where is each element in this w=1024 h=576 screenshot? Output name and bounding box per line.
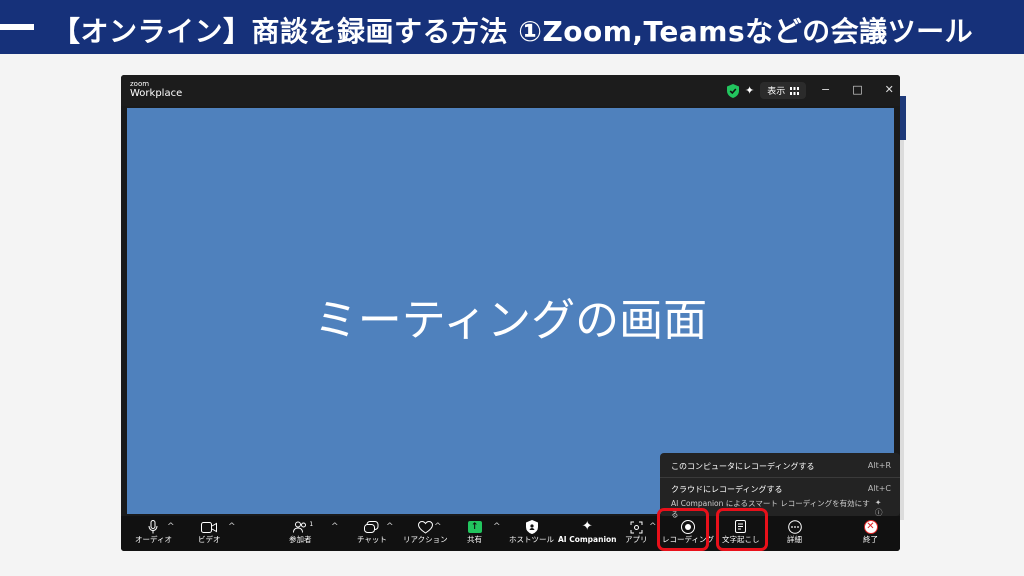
meeting-toolbar: オーディオ ^ ビデオ ^ 1 参加者 ^ チャット ^ リアクション ^ ↑ … bbox=[121, 516, 900, 551]
close-icon[interactable]: ✕ bbox=[885, 83, 894, 96]
audio-options-chevron-icon[interactable]: ^ bbox=[167, 522, 175, 532]
transcript-highlight-box bbox=[716, 508, 768, 551]
participants-button[interactable]: 1 参加者 bbox=[289, 519, 313, 545]
more-button[interactable]: 詳細 bbox=[787, 519, 802, 545]
audio-label: オーディオ bbox=[135, 535, 172, 544]
grid-icon bbox=[790, 86, 800, 95]
share-screen-icon: ↑ bbox=[467, 521, 482, 533]
record-to-cloud-shortcut: Alt+C bbox=[867, 484, 891, 493]
minimize-icon[interactable]: − bbox=[821, 83, 830, 96]
share-label: 共有 bbox=[467, 535, 482, 544]
shield-check-icon[interactable] bbox=[727, 83, 739, 98]
reactions-label: リアクション bbox=[403, 535, 448, 544]
banner-dash-decoration bbox=[0, 24, 34, 30]
menu-divider bbox=[660, 477, 900, 478]
title-bar: zoom Workplace ✦ 表示 − □ ✕ bbox=[121, 75, 900, 106]
share-options-chevron-icon[interactable]: ^ bbox=[493, 522, 501, 532]
share-icon-wrapper: ↑ bbox=[467, 519, 482, 535]
participants-options-chevron-icon[interactable]: ^ bbox=[331, 522, 339, 532]
participants-icon: 1 bbox=[293, 519, 313, 535]
logo-workplace-text: Workplace bbox=[130, 88, 183, 99]
apps-button[interactable]: アプリ bbox=[625, 519, 648, 545]
ai-sparkle-icon: ✦ bbox=[581, 519, 593, 534]
apps-options-chevron-icon[interactable]: ^ bbox=[649, 522, 657, 532]
host-tools-button[interactable]: ホストツール bbox=[509, 519, 554, 545]
logo-zoom-text: zoom bbox=[130, 80, 150, 88]
banner-title: 【オンライン】商談を録画する方法 ①Zoom,Teamsなどの会議ツール bbox=[52, 15, 974, 48]
reactions-options-chevron-icon[interactable]: ^ bbox=[434, 522, 442, 532]
title-bar-controls: ✦ 表示 bbox=[727, 82, 807, 99]
ai-companion-button[interactable]: ✦ AI Companion bbox=[558, 519, 617, 545]
microphone-icon bbox=[148, 519, 158, 535]
chat-label: チャット bbox=[357, 535, 387, 544]
view-label: 表示 bbox=[767, 87, 786, 97]
sparkle-icon[interactable]: ✦ bbox=[745, 84, 754, 97]
participants-count: 1 bbox=[309, 521, 314, 528]
participants-label: 参加者 bbox=[289, 535, 312, 544]
chat-bubble-icon bbox=[364, 519, 379, 535]
share-button[interactable]: ↑ 共有 bbox=[467, 519, 482, 545]
recording-menu: このコンピュータにレコーディングする Alt+R クラウドにレコーディングする … bbox=[660, 453, 900, 519]
record-to-computer-item[interactable]: このコンピュータにレコーディングする Alt+R bbox=[671, 461, 891, 472]
host-tools-label: ホストツール bbox=[509, 535, 554, 544]
heart-icon bbox=[417, 519, 433, 535]
end-icon-wrapper: ✕ bbox=[863, 519, 878, 535]
record-to-computer-shortcut: Alt+R bbox=[867, 461, 891, 470]
background-window-edge bbox=[900, 96, 906, 140]
banner: 【オンライン】商談を録画する方法 ①Zoom,Teamsなどの会議ツール bbox=[0, 0, 1024, 54]
apps-icon bbox=[630, 519, 643, 535]
info-icon[interactable]: ✦ ⓘ bbox=[875, 498, 891, 520]
recording-highlight-box bbox=[657, 508, 709, 551]
meeting-screen-text: ミーティングの画面 bbox=[313, 295, 708, 346]
end-meeting-button[interactable]: ✕ 終了 bbox=[863, 519, 878, 545]
window-controls: − □ ✕ bbox=[821, 83, 894, 96]
more-label: 詳細 bbox=[787, 535, 802, 544]
end-call-icon: ✕ bbox=[863, 520, 878, 534]
apps-label: アプリ bbox=[625, 535, 648, 544]
end-label: 終了 bbox=[863, 535, 878, 544]
record-to-computer-label: このコンピュータにレコーディングする bbox=[671, 462, 815, 471]
record-to-cloud-label: クラウドにレコーディングする bbox=[671, 485, 783, 494]
shield-icon bbox=[525, 519, 538, 535]
ai-companion-label: AI Companion bbox=[558, 535, 617, 544]
chat-button[interactable]: チャット bbox=[357, 519, 387, 545]
maximize-icon[interactable]: □ bbox=[852, 83, 862, 96]
video-camera-icon bbox=[201, 519, 218, 535]
video-options-chevron-icon[interactable]: ^ bbox=[228, 522, 236, 532]
video-label: ビデオ bbox=[198, 535, 221, 544]
background-panel-edge bbox=[900, 140, 904, 520]
more-dots-icon bbox=[787, 519, 802, 535]
view-button[interactable]: 表示 bbox=[760, 82, 807, 99]
video-button[interactable]: ビデオ bbox=[198, 519, 221, 545]
zoom-logo: zoom Workplace bbox=[130, 81, 182, 99]
chat-options-chevron-icon[interactable]: ^ bbox=[386, 522, 394, 532]
record-to-cloud-item[interactable]: クラウドにレコーディングする Alt+C bbox=[671, 484, 891, 495]
